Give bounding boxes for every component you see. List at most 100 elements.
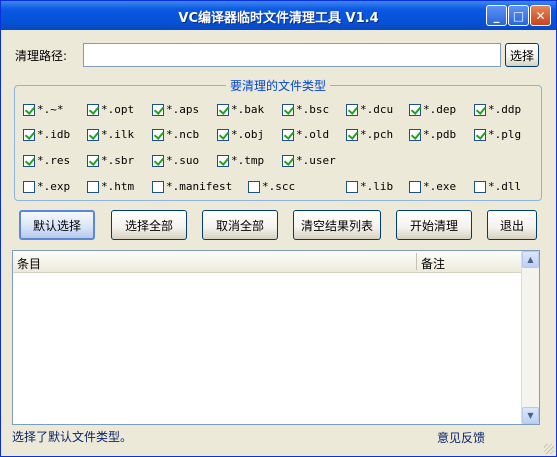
column-header-item[interactable]: 条目 xyxy=(17,255,41,272)
results-list[interactable]: 条目 备注 ▲ ▼ xyxy=(12,250,540,425)
filetype-label: *.old xyxy=(296,128,330,141)
filetype-checkbox[interactable]: *.suo xyxy=(152,154,199,167)
checkbox-box[interactable] xyxy=(346,103,358,116)
filetype-checkbox[interactable]: *.pch xyxy=(346,128,393,141)
filetype-label: *.dll xyxy=(488,180,522,193)
default-select-button[interactable]: 默认选择 xyxy=(19,210,95,240)
filetype-label: *.opt xyxy=(101,103,135,116)
maximize-button[interactable]: □ xyxy=(508,5,529,26)
checkbox-box[interactable] xyxy=(23,154,35,167)
checkbox-box[interactable] xyxy=(87,103,99,116)
scroll-up-arrow-icon[interactable]: ▲ xyxy=(522,251,539,268)
checkbox-box[interactable] xyxy=(474,103,486,116)
filetype-checkbox[interactable]: *.manifest xyxy=(152,180,232,193)
filetype-checkbox[interactable]: *.obj xyxy=(217,128,264,141)
filetype-label: *.htm xyxy=(101,180,135,193)
filetype-label: *.bsc xyxy=(296,103,330,116)
checkbox-box[interactable] xyxy=(409,180,421,193)
filetype-checkbox[interactable]: *.dep xyxy=(409,103,456,116)
vertical-scrollbar[interactable]: ▲ ▼ xyxy=(521,251,539,424)
filetype-label: *.lib xyxy=(360,180,394,193)
filetype-checkbox[interactable]: *.old xyxy=(282,128,329,141)
checkbox-box[interactable] xyxy=(87,154,99,167)
checkbox-box[interactable] xyxy=(23,128,35,141)
filetype-label: *.exe xyxy=(423,180,457,193)
filetype-checkbox[interactable]: *.ilk xyxy=(87,128,134,141)
checkbox-box[interactable] xyxy=(152,180,164,193)
filetype-label: *.ddp xyxy=(488,103,522,116)
filetype-checkbox[interactable]: *.ncb xyxy=(152,128,199,141)
checkbox-box[interactable] xyxy=(217,103,229,116)
checkbox-box[interactable] xyxy=(152,103,164,116)
browse-button[interactable]: 选择 xyxy=(505,43,539,67)
filetype-label: *.ilk xyxy=(101,128,135,141)
checkbox-box[interactable] xyxy=(217,128,229,141)
exit-button[interactable]: 退出 xyxy=(487,210,537,240)
filetype-checkbox[interactable]: *.exe xyxy=(409,180,456,193)
checkbox-box[interactable] xyxy=(23,180,35,193)
filetype-checkbox[interactable]: *.tmp xyxy=(217,154,264,167)
feedback-link[interactable]: 意见反馈 xyxy=(437,429,485,446)
deselect-all-button[interactable]: 取消全部 xyxy=(202,210,278,240)
filetype-checkbox[interactable]: *.pdb xyxy=(409,128,456,141)
clear-results-button[interactable]: 清空结果列表 xyxy=(293,210,381,240)
checkbox-box[interactable] xyxy=(474,180,486,193)
checkbox-box[interactable] xyxy=(346,128,358,141)
filetype-label: *.pch xyxy=(360,128,394,141)
filetype-checkbox[interactable]: *.bsc xyxy=(282,103,329,116)
checkbox-box[interactable] xyxy=(23,103,35,116)
window-title: VC编译器临时文件清理工具 V1.4 xyxy=(178,11,379,26)
filetype-checkbox[interactable]: *.ddp xyxy=(474,103,521,116)
filetype-checkbox[interactable]: *.opt xyxy=(87,103,134,116)
checkbox-box[interactable] xyxy=(217,154,229,167)
filetype-checkbox[interactable]: *.lib xyxy=(346,180,393,193)
checkbox-box[interactable] xyxy=(409,103,421,116)
start-clean-button[interactable]: 开始清理 xyxy=(396,210,472,240)
column-divider[interactable] xyxy=(416,253,417,270)
filetype-label: *.bak xyxy=(231,103,265,116)
filetype-label: *.dep xyxy=(423,103,457,116)
status-message: 选择了默认文件类型。 xyxy=(12,430,133,444)
filetype-checkbox[interactable]: *.dcu xyxy=(346,103,393,116)
filetype-checkbox[interactable]: *.idb xyxy=(23,128,70,141)
checkbox-box[interactable] xyxy=(248,180,260,193)
filetype-checkbox[interactable]: *.bak xyxy=(217,103,264,116)
checkbox-box[interactable] xyxy=(282,154,294,167)
close-button[interactable]: ✕ xyxy=(530,5,551,26)
filetype-label: *.tmp xyxy=(231,154,265,167)
minimize-button[interactable]: _ xyxy=(486,5,507,26)
checkbox-box[interactable] xyxy=(87,180,99,193)
filetype-checkbox[interactable]: *.~* xyxy=(23,103,64,116)
filetype-label: *.suo xyxy=(166,154,200,167)
filetype-label: *.user xyxy=(296,154,336,167)
filetype-label: *.res xyxy=(37,154,71,167)
select-all-button[interactable]: 选择全部 xyxy=(111,210,187,240)
filetype-checkbox[interactable]: *.htm xyxy=(87,180,134,193)
checkbox-box[interactable] xyxy=(152,128,164,141)
filetype-checkbox[interactable]: *.exp xyxy=(23,180,70,193)
filetype-checkbox[interactable]: *.dll xyxy=(474,180,521,193)
checkbox-box[interactable] xyxy=(346,180,358,193)
scroll-down-arrow-icon[interactable]: ▼ xyxy=(522,407,539,424)
results-list-header: 条目 备注 xyxy=(13,251,522,273)
checkbox-box[interactable] xyxy=(282,103,294,116)
filetype-checkbox[interactable]: *.plg xyxy=(474,128,521,141)
checkbox-box[interactable] xyxy=(87,128,99,141)
title-bar[interactable]: VC编译器临时文件清理工具 V1.4 _ □ ✕ xyxy=(1,1,556,30)
checkbox-box[interactable] xyxy=(152,154,164,167)
filetype-checkbox[interactable]: *.res xyxy=(23,154,70,167)
filetype-label: *.sbr xyxy=(101,154,135,167)
filetype-label: *.exp xyxy=(37,180,71,193)
column-header-note[interactable]: 备注 xyxy=(421,255,445,272)
path-input[interactable] xyxy=(83,43,501,67)
checkbox-box[interactable] xyxy=(282,128,294,141)
filetype-checkbox[interactable]: *.aps xyxy=(152,103,199,116)
checkbox-box[interactable] xyxy=(474,128,486,141)
filetype-label: *.scc xyxy=(262,180,296,193)
resize-grip-icon[interactable] xyxy=(544,444,554,454)
checkbox-box[interactable] xyxy=(409,128,421,141)
filetype-checkbox[interactable]: *.sbr xyxy=(87,154,134,167)
filetype-checkbox[interactable]: *.scc xyxy=(248,180,295,193)
filetype-label: *.ncb xyxy=(166,128,200,141)
filetype-checkbox[interactable]: *.user xyxy=(282,154,336,167)
